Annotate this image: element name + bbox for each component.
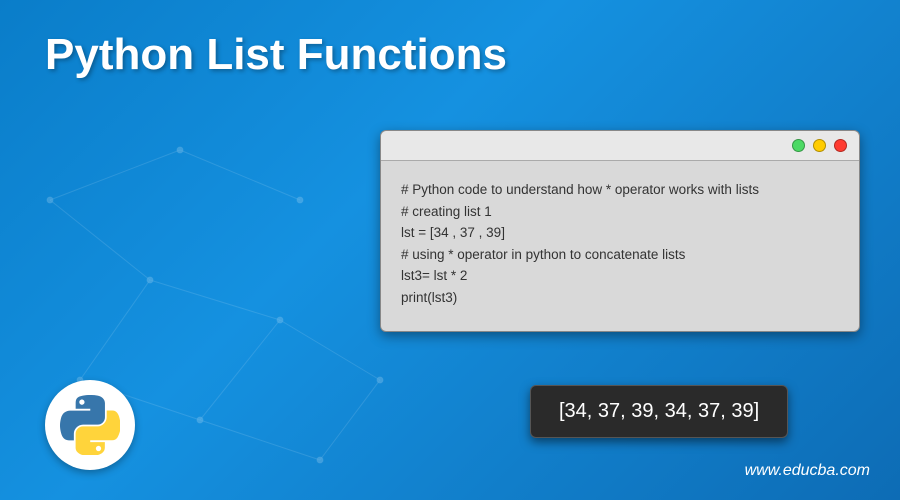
code-line: lst3= lst * 2 — [401, 265, 839, 287]
window-titlebar — [381, 131, 859, 161]
window-maximize-icon[interactable] — [813, 139, 826, 152]
page-title: Python List Functions — [45, 30, 507, 80]
code-line: lst = [34 , 37 , 39] — [401, 222, 839, 244]
code-line: # using * operator in python to concaten… — [401, 244, 839, 266]
window-minimize-icon[interactable] — [792, 139, 805, 152]
window-close-icon[interactable] — [834, 139, 847, 152]
code-line: # creating list 1 — [401, 201, 839, 223]
code-body: # Python code to understand how * operat… — [381, 161, 859, 331]
output-box: [34, 37, 39, 34, 37, 39] — [530, 385, 788, 438]
website-url: www.educba.com — [745, 462, 870, 480]
code-line: # Python code to understand how * operat… — [401, 179, 839, 201]
python-logo-icon — [60, 395, 120, 455]
python-logo-container — [45, 380, 135, 470]
code-window: # Python code to understand how * operat… — [380, 130, 860, 332]
code-line: print(lst3) — [401, 287, 839, 309]
